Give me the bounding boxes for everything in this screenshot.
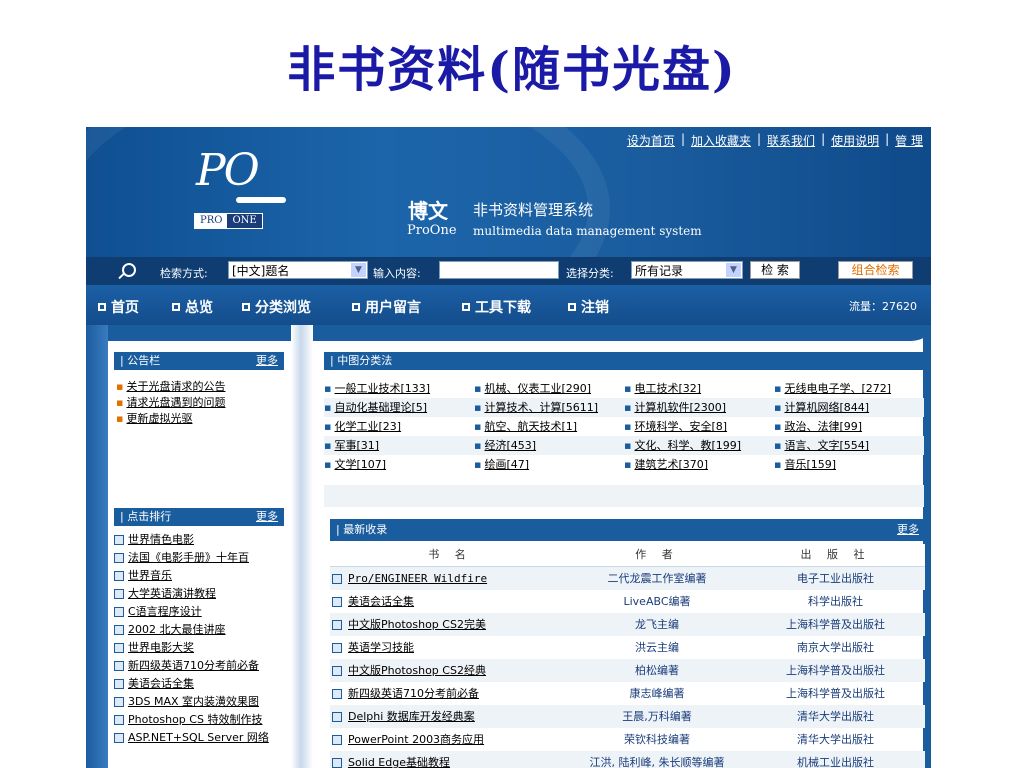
category-link[interactable]: ▪ 化学工业[23] — [324, 417, 474, 436]
book-icon — [114, 625, 124, 635]
category-link[interactable]: ▪ 环境科学、安全[8] — [624, 417, 774, 436]
list-item: ASP.NET+SQL Server 网络 — [114, 729, 284, 747]
table-row: ▪ 化学工业[23] ▪ 航空、航天技术[1] ▪ 环境科学、安全[8] ▪ 政治、法律… — [324, 417, 924, 436]
category-link[interactable]: ▪ 计算技术、计算[5611] — [474, 398, 624, 417]
category-link[interactable]: ▪ 文化、科学、教[199] — [624, 436, 774, 455]
panels-layer: | 公告栏 更多 ▪ 关于光盘请求的公告 ▪ 请求光盘遇到的问题 ▪ 更新虚拟光驱 |… — [86, 127, 931, 768]
book-icon — [332, 574, 342, 584]
table-row: Delphi 数据库开发经典案 王晨,万科编著 清华大学出版社 — [330, 705, 925, 728]
column-title: 书 名 — [428, 548, 472, 561]
book-icon — [114, 535, 124, 545]
book-icon — [114, 607, 124, 617]
list-item: 美语会话全集 — [114, 675, 284, 693]
table-row: 美语会话全集 LiveABC编著 科学出版社 — [330, 590, 925, 613]
table-row: PowerPoint 2003商务应用 荣钦科技编著 清华大学出版社 — [330, 728, 925, 751]
book-icon — [332, 735, 342, 745]
list-item: 2002 北大最佳讲座 — [114, 621, 284, 639]
book-icon — [114, 571, 124, 581]
category-link[interactable]: ▪ 经济[453] — [474, 436, 624, 455]
list-item: 世界音乐 — [114, 567, 284, 585]
notice-list: ▪ 关于光盘请求的公告 ▪ 请求光盘遇到的问题 ▪ 更新虚拟光驱 — [116, 379, 225, 427]
rank-more-link[interactable]: 更多 — [256, 508, 278, 526]
rank-panel-header: | 点击排行 更多 — [114, 508, 284, 526]
list-item: 世界情色电影 — [114, 531, 284, 549]
list-item: ▪ 请求光盘遇到的问题 — [116, 396, 226, 409]
category-link[interactable]: ▪ 计算机软件[2300] — [624, 398, 774, 417]
list-item: ▪ 关于光盘请求的公告 — [116, 380, 226, 393]
list-item: C语言程序设计 — [114, 603, 284, 621]
list-item: Photoshop CS 特效制作技 — [114, 711, 284, 729]
book-icon — [332, 758, 342, 768]
book-icon — [114, 661, 124, 671]
table-row: Pro/ENGINEER Wildfire 二代龙震工作室编著 电子工业出版社 — [330, 567, 925, 590]
book-icon — [332, 620, 342, 630]
notice-more-link[interactable]: 更多 — [256, 352, 278, 370]
category-link[interactable]: ▪ 军事[31] — [324, 436, 474, 455]
category-table-footer — [324, 485, 924, 507]
book-icon — [332, 712, 342, 722]
book-icon — [332, 689, 342, 699]
table-header: 书 名 作 者 出 版 社 — [330, 544, 925, 567]
table-row: ▪ 自动化基础理论[5] ▪ 计算技术、计算[5611] ▪ 计算机软件[2300] … — [324, 398, 924, 417]
table-row: 中文版Photoshop CS2经典 柏松编著 上海科学普及出版社 — [330, 659, 925, 682]
book-icon — [332, 597, 342, 607]
table-row: ▪ 文学[107] ▪ 绘画[47] ▪ 建筑艺术[370] ▪ 音乐[159] — [324, 455, 924, 474]
category-link[interactable]: ▪ 自动化基础理论[5] — [324, 398, 474, 417]
list-item: 世界电影大奖 — [114, 639, 284, 657]
book-icon — [114, 553, 124, 563]
table-row: Solid Edge基础教程 江洪, 陆利峰, 朱长顺等编著 机械工业出版社 — [330, 751, 925, 768]
new-more-link[interactable]: 更多 — [897, 519, 919, 541]
category-link[interactable]: ▪ 政治、法律[99] — [774, 417, 924, 436]
book-icon — [114, 697, 124, 707]
new-panel-header: | 最新收录 更多 — [330, 519, 925, 541]
book-icon — [114, 715, 124, 725]
column-publisher: 出 版 社 — [800, 548, 871, 561]
column-author: 作 者 — [635, 548, 679, 561]
category-link[interactable]: ▪ 音乐[159] — [774, 455, 924, 474]
category-link[interactable]: ▪ 建筑艺术[370] — [624, 455, 774, 474]
slide-title: 非书资料(随书光盘) — [287, 42, 737, 98]
category-link[interactable]: ▪ 航空、航天技术[1] — [474, 417, 624, 436]
table-row: ▪ 军事[31] ▪ 经济[453] ▪ 文化、科学、教[199] ▪ 语言、文字[55… — [324, 436, 924, 455]
book-icon — [114, 733, 124, 743]
table-row: 新四级英语710分考前必备 康志峰编著 上海科学普及出版社 — [330, 682, 925, 705]
category-link[interactable]: ▪ 计算机网络[844] — [774, 398, 924, 417]
table-row: 英语学习技能 洪云主编 南京大学出版社 — [330, 636, 925, 659]
new-arrivals-table: 书 名 作 者 出 版 社 Pro/ENGINEER Wildfire 二代龙震… — [330, 544, 925, 768]
category-link[interactable]: ▪ 电工技术[32] — [624, 379, 774, 398]
rank-list: 世界情色电影 法国《电影手册》十年百 世界音乐 大学英语演讲教程 C语言程序设计… — [114, 531, 284, 747]
list-item: 法国《电影手册》十年百 — [114, 549, 284, 567]
category-link[interactable]: ▪ 语言、文字[554] — [774, 436, 924, 455]
book-icon — [332, 666, 342, 676]
category-link[interactable]: ▪ 机械、仪表工业[290] — [474, 379, 624, 398]
category-link[interactable]: ▪ 一般工业技术[133] — [324, 379, 474, 398]
table-row: 中文版Photoshop CS2完美 龙飞主编 上海科学普及出版社 — [330, 613, 925, 636]
notice-panel-header: | 公告栏 更多 — [114, 352, 284, 370]
book-icon — [114, 643, 124, 653]
book-icon — [114, 679, 124, 689]
category-link[interactable]: ▪ 无线电电子学、[272] — [774, 379, 924, 398]
list-item: ▪ 更新虚拟光驱 — [116, 412, 193, 425]
book-icon — [114, 589, 124, 599]
list-item: 大学英语演讲教程 — [114, 585, 284, 603]
category-link[interactable]: ▪ 文学[107] — [324, 455, 474, 474]
list-item: 新四级英语710分考前必备 — [114, 657, 284, 675]
book-icon — [332, 643, 342, 653]
category-link[interactable]: ▪ 绘画[47] — [474, 455, 624, 474]
category-table: ▪ 一般工业技术[133] ▪ 机械、仪表工业[290] ▪ 电工技术[32] ▪ 无线… — [324, 379, 924, 474]
list-item: 3DS MAX 室内装潢效果图 — [114, 693, 284, 711]
table-row: ▪ 一般工业技术[133] ▪ 机械、仪表工业[290] ▪ 电工技术[32] ▪ 无线… — [324, 379, 924, 398]
category-panel-header: | 中图分类法 — [324, 352, 924, 370]
